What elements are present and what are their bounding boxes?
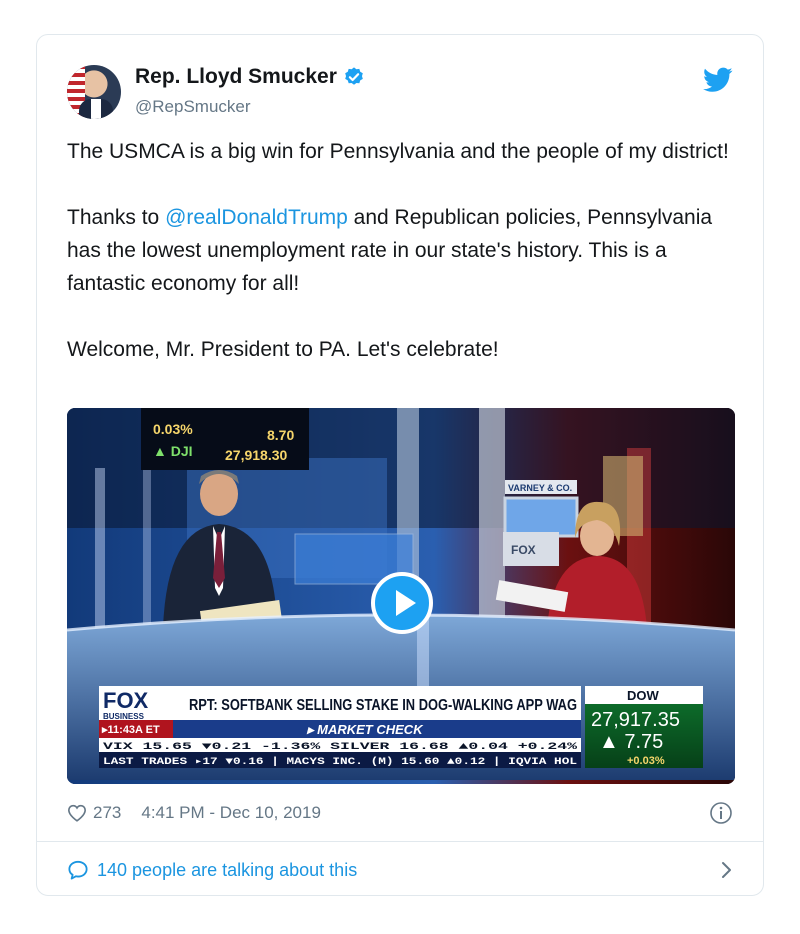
dow-value: 27,917.35 bbox=[591, 709, 680, 731]
heart-icon[interactable] bbox=[67, 804, 87, 822]
ticker-val1: 8.70 bbox=[267, 427, 294, 443]
ticker-dji: ▲ DJI bbox=[153, 443, 193, 459]
dow-label: DOW bbox=[627, 688, 660, 703]
fox-logo: FOX bbox=[103, 688, 149, 713]
ticker-val2: 27,918.30 bbox=[225, 447, 287, 463]
author-handle[interactable]: @RepSmucker bbox=[135, 97, 251, 117]
ticker-row-1: VIX 15.65 ▼0.21 -1.36% SILVER 16.68 ▲0.0… bbox=[103, 742, 577, 753]
headline: RPT: SOFTBANK SELLING STAKE IN DOG-WALKI… bbox=[189, 697, 577, 714]
dow-percent: +0.03% bbox=[627, 755, 665, 767]
avatar-shirt bbox=[91, 99, 101, 119]
avatar[interactable] bbox=[67, 65, 121, 119]
like-count[interactable]: 273 bbox=[93, 803, 121, 823]
ticker-row-2: LAST TRADES ▸17 ▼0.16 | MACYS INC. (M) 1… bbox=[103, 756, 577, 768]
mention-link[interactable]: @realDonaldTrump bbox=[165, 206, 348, 229]
play-button[interactable] bbox=[371, 572, 433, 634]
info-icon[interactable] bbox=[709, 801, 733, 825]
tweet-paragraph-3: Welcome, Mr. President to PA. Let's cele… bbox=[67, 338, 499, 361]
dow-change: ▲ 7.75 bbox=[599, 731, 663, 753]
verified-badge-icon bbox=[345, 67, 363, 85]
tweet-header: Rep. Lloyd Smucker @RepSmucker bbox=[67, 63, 733, 123]
tweet-text: The USMCA is a big win for Pennsylvania … bbox=[67, 135, 737, 366]
speech-bubble-icon bbox=[68, 860, 88, 880]
broadcast-time: ▸11:43A ET bbox=[101, 724, 160, 736]
tweet-card[interactable]: Rep. Lloyd Smucker @RepSmucker The USMCA… bbox=[36, 34, 764, 896]
chevron-right-icon[interactable] bbox=[719, 861, 733, 879]
tweet-paragraph-2: Thanks to @realDonaldTrump and Republica… bbox=[67, 201, 737, 300]
varney-label: VARNEY & CO. bbox=[508, 483, 572, 493]
footer-divider bbox=[37, 841, 763, 842]
talking-count[interactable]: 140 people are talking about this bbox=[97, 860, 357, 881]
timestamp[interactable]: 4:41 PM - Dec 10, 2019 bbox=[141, 803, 321, 823]
twitter-bird-icon[interactable] bbox=[703, 67, 733, 93]
author-name-row[interactable]: Rep. Lloyd Smucker bbox=[135, 65, 365, 89]
tweet-paragraph-1: The USMCA is a big win for Pennsylvania … bbox=[67, 140, 729, 163]
ticker-pct: 0.03% bbox=[153, 421, 193, 437]
segment-label: ▸ MARKET CHECK bbox=[306, 722, 424, 737]
author-name[interactable]: Rep. Lloyd Smucker bbox=[135, 65, 337, 89]
conversation-link[interactable]: 140 people are talking about this bbox=[67, 854, 733, 886]
tweet-paragraph-2-prefix: Thanks to bbox=[67, 206, 166, 229]
tweet-meta: 273 4:41 PM - Dec 10, 2019 bbox=[67, 801, 733, 825]
studio-screen-label: FOX bbox=[511, 543, 536, 557]
fox-business-label: BUSINESS bbox=[103, 712, 145, 721]
video-media[interactable]: 0.03% 8.70 ▲ DJI 27,918.30 VARNEY & CO. … bbox=[67, 408, 735, 784]
